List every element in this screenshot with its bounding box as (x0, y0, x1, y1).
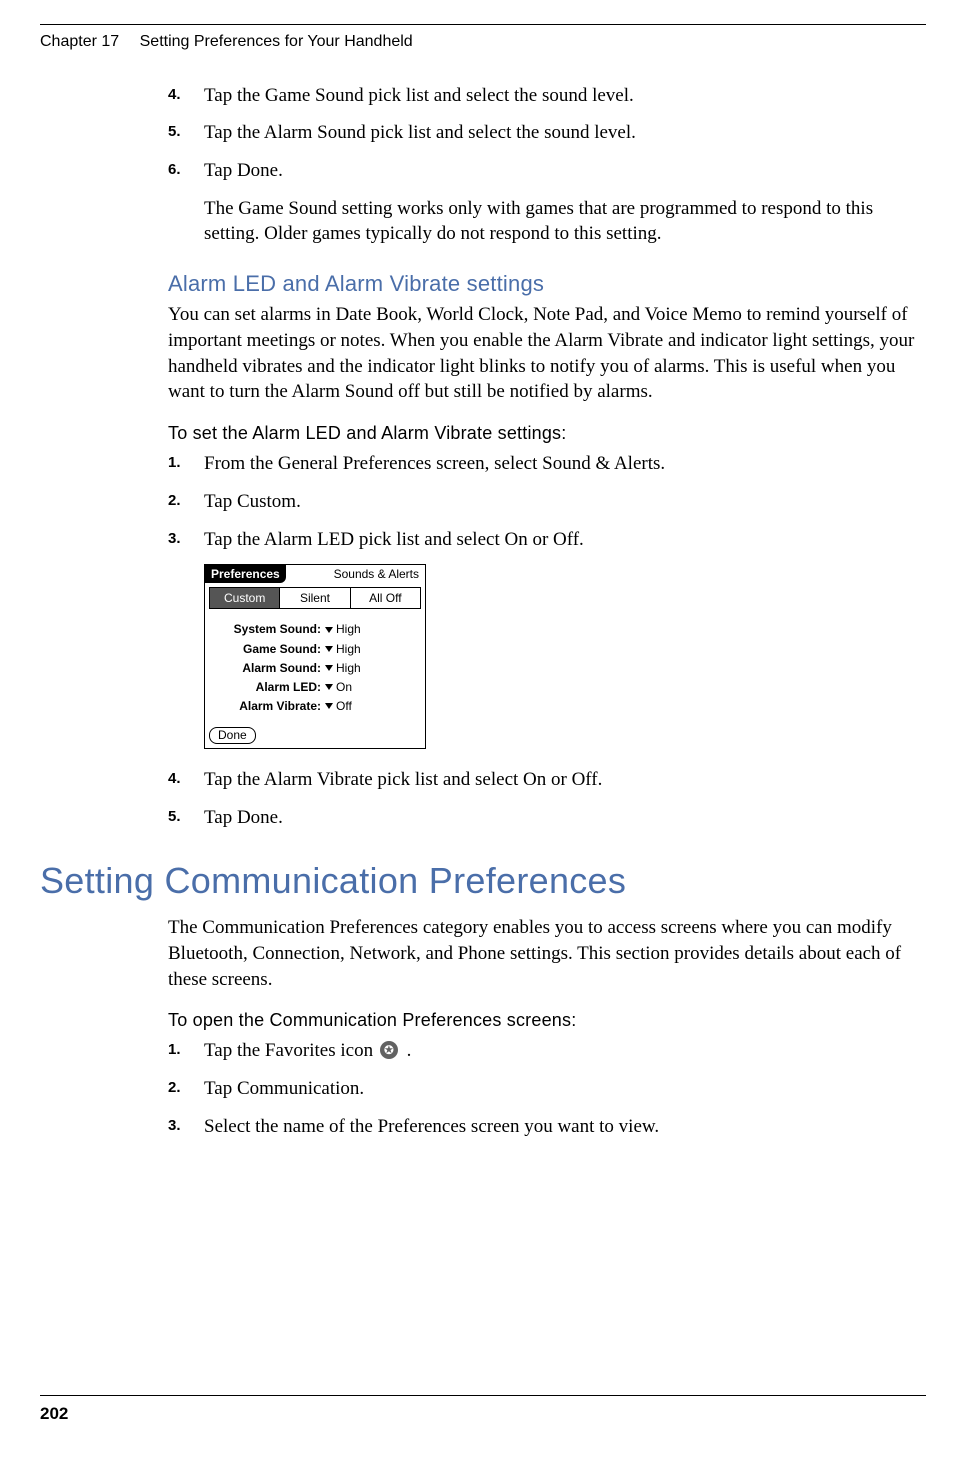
palm-label: Alarm Sound: (211, 660, 325, 676)
step-number: 3. (168, 529, 181, 549)
palm-picklist-alarm[interactable]: High (325, 660, 361, 676)
palm-picklist-vibrate[interactable]: Off (325, 698, 352, 714)
favorites-icon: ✪ (380, 1041, 398, 1059)
running-head: Chapter 17 Setting Preferences for Your … (40, 31, 926, 53)
step: 5. Tap the Alarm Sound pick list and sel… (168, 120, 920, 146)
palm-picklist-led[interactable]: On (325, 679, 352, 695)
palm-category: Sounds & Alerts (328, 565, 425, 583)
step-text: From the General Preferences screen, sel… (204, 451, 920, 477)
step: 1. From the General Preferences screen, … (168, 451, 920, 477)
palm-row-vibrate: Alarm Vibrate: Off (211, 698, 419, 714)
step-number: 3. (168, 1116, 181, 1136)
palm-done-button[interactable]: Done (209, 727, 256, 744)
section-heading-communication: Setting Communication Preferences (40, 857, 926, 906)
step-text: Tap Custom. (204, 489, 920, 515)
note-paragraph: The Game Sound setting works only with g… (204, 196, 920, 247)
step-number: 4. (168, 85, 181, 105)
step-text: Tap Communication. (204, 1076, 920, 1102)
step-text: Tap Done. (204, 805, 920, 831)
step: 1. Tap the Favorites icon ✪ . (168, 1038, 920, 1064)
palm-label: Alarm LED: (211, 679, 325, 695)
palm-screenshot: Preferences Sounds & Alerts Custom Silen… (204, 564, 426, 749)
step: 5. Tap Done. (168, 805, 920, 831)
step-text: Tap the Game Sound pick list and select … (204, 83, 920, 109)
procedure-heading: To set the Alarm LED and Alarm Vibrate s… (168, 421, 920, 445)
step-number: 4. (168, 769, 181, 789)
step-number: 1. (168, 1040, 181, 1060)
step-text: Select the name of the Preferences scree… (204, 1114, 920, 1140)
chapter-title: Setting Preferences for Your Handheld (140, 33, 413, 50)
chevron-down-icon (325, 627, 333, 633)
palm-tab-silent[interactable]: Silent (279, 588, 349, 608)
step: 2. Tap Communication. (168, 1076, 920, 1102)
page-number: 202 (40, 1403, 68, 1426)
step-number: 1. (168, 453, 181, 473)
step: 3. Tap the Alarm LED pick list and selec… (168, 527, 920, 553)
body-paragraph: You can set alarms in Date Book, World C… (168, 302, 920, 405)
step: 4. Tap the Alarm Vibrate pick list and s… (168, 767, 920, 793)
step: 3. Select the name of the Preferences sc… (168, 1114, 920, 1140)
step-text: Tap the Alarm Sound pick list and select… (204, 120, 920, 146)
step-text: Tap the Favorites icon (204, 1040, 378, 1061)
chevron-down-icon (325, 684, 333, 690)
palm-picklist-game[interactable]: High (325, 641, 361, 657)
palm-row-alarm: Alarm Sound: High (211, 660, 419, 676)
step-text: . (407, 1040, 412, 1061)
step-text: Tap the Alarm LED pick list and select O… (204, 527, 920, 553)
procedure-heading: To open the Communication Preferences sc… (168, 1008, 920, 1032)
step-number: 6. (168, 160, 181, 180)
step-number: 5. (168, 807, 181, 827)
step: 4. Tap the Game Sound pick list and sele… (168, 83, 920, 109)
chevron-down-icon (325, 646, 333, 652)
palm-label: Game Sound: (211, 641, 325, 657)
palm-tab-custom[interactable]: Custom (210, 588, 279, 608)
palm-row-system: System Sound: High (211, 621, 419, 637)
step-number: 2. (168, 1078, 181, 1098)
palm-title: Preferences (205, 565, 286, 583)
palm-row-led: Alarm LED: On (211, 679, 419, 695)
palm-picklist-system[interactable]: High (325, 621, 361, 637)
step-number: 5. (168, 122, 181, 142)
step: 2. Tap Custom. (168, 489, 920, 515)
palm-row-game: Game Sound: High (211, 641, 419, 657)
chevron-down-icon (325, 665, 333, 671)
step-number: 2. (168, 491, 181, 511)
palm-tabs: Custom Silent All Off (209, 587, 421, 609)
step-text: Tap the Alarm Vibrate pick list and sele… (204, 767, 920, 793)
palm-tab-alloff[interactable]: All Off (350, 588, 420, 608)
chapter-number: Chapter 17 (40, 33, 119, 50)
step-text: Tap Done. (204, 158, 920, 184)
step: 6. Tap Done. (168, 158, 920, 184)
section-heading-alarm: Alarm LED and Alarm Vibrate settings (168, 269, 920, 299)
body-paragraph: The Communication Preferences category e… (168, 915, 920, 992)
chevron-down-icon (325, 703, 333, 709)
palm-label: System Sound: (211, 621, 325, 637)
palm-label: Alarm Vibrate: (211, 698, 325, 714)
